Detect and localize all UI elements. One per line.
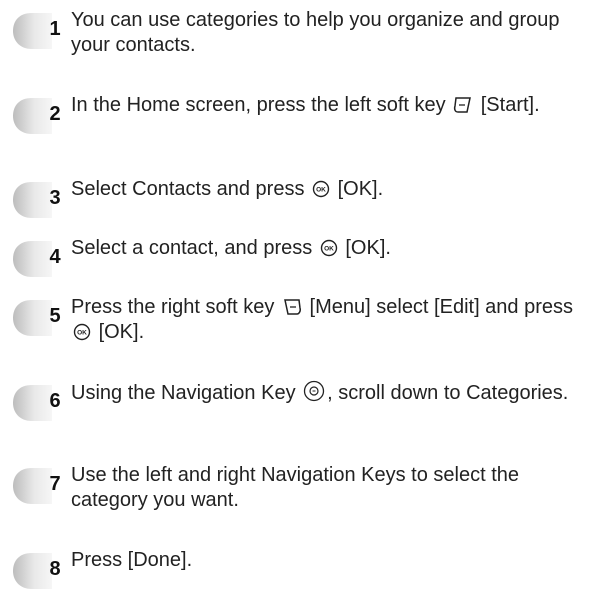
step-number: 8 xyxy=(49,558,61,580)
instruction-steps: 1 You can use categories to help you org… xyxy=(0,0,591,593)
svg-text:OK: OK xyxy=(77,330,87,337)
step-text-after: [OK]. xyxy=(345,237,391,259)
step-text: Select Contacts and press OK [OK]. xyxy=(71,177,586,202)
step-number: 5 xyxy=(49,305,61,327)
step-text-before: Select Contacts and press xyxy=(71,178,305,200)
step-number: 4 xyxy=(49,246,61,268)
step-text-after: [OK]. xyxy=(98,321,145,343)
step-text-before: Using the Navigation Key xyxy=(71,382,296,404)
step-text: Use the left and right Navigation Keys t… xyxy=(71,464,520,511)
step-text-after: [OK]. xyxy=(337,178,384,200)
step-number-badge: 4 xyxy=(12,240,61,278)
left-soft-key-icon xyxy=(453,96,473,114)
svg-text:OK: OK xyxy=(316,187,326,194)
svg-text:OK: OK xyxy=(324,246,334,253)
step-number-badge: 6 xyxy=(12,384,61,422)
step-number-badge: 2 xyxy=(12,97,61,135)
step-number: 1 xyxy=(49,18,61,40)
right-soft-key-icon xyxy=(282,298,302,316)
ok-key-icon: OK xyxy=(312,180,330,198)
step-number: 7 xyxy=(49,473,61,495)
step-text: In the Home screen, press the left soft … xyxy=(71,93,586,118)
step-text-before: Select a contact, and press xyxy=(71,237,313,259)
step-text: Select a contact, and press OK [OK]. xyxy=(71,236,586,261)
step-number: 6 xyxy=(49,390,61,412)
step-text: Using the Navigation Key , scroll down t… xyxy=(71,380,586,406)
step-number: 2 xyxy=(49,103,61,125)
navigation-key-icon xyxy=(303,380,325,402)
step-number-badge: 7 xyxy=(12,467,61,505)
step-text: Press the right soft key [Menu] select [… xyxy=(71,295,586,345)
step-text-before: In the Home screen, press the left soft … xyxy=(71,94,446,116)
step-text-after: [Start]. xyxy=(480,94,540,116)
step-text-after: , scroll down to Categories. xyxy=(327,382,569,404)
step-number: 3 xyxy=(49,187,61,209)
step-text: Press [Done]. xyxy=(71,549,193,571)
step-number-badge: 8 xyxy=(12,552,61,590)
step-number-badge: 3 xyxy=(12,181,61,219)
step-text-before: Press the right soft key xyxy=(71,296,275,318)
step-number-badge: 5 xyxy=(12,299,61,337)
step-text: You can use categories to help you organ… xyxy=(71,9,560,56)
step-text-mid: [Menu] select [Edit] and press xyxy=(309,296,574,318)
ok-key-icon: OK xyxy=(73,323,91,341)
ok-key-icon: OK xyxy=(320,239,338,257)
step-number-badge: 1 xyxy=(12,12,61,50)
